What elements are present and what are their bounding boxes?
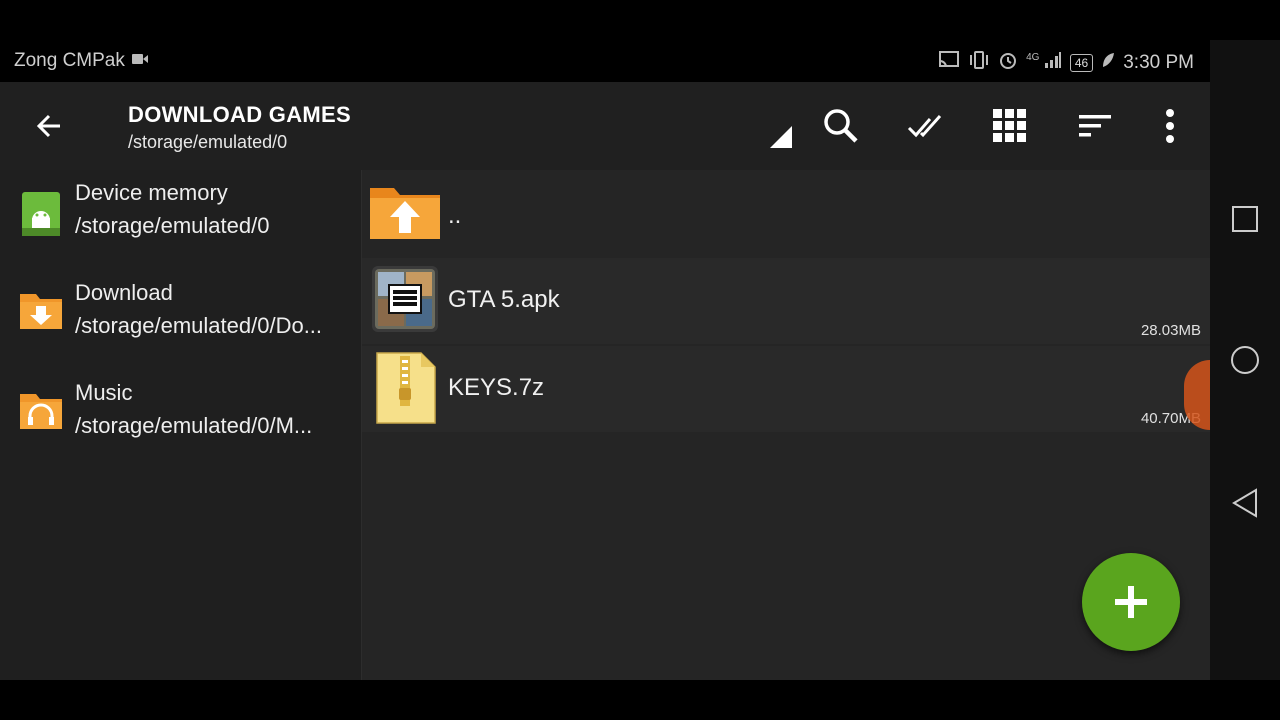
battery-icon: 46 (1069, 53, 1094, 72)
home-circle-icon[interactable] (1230, 345, 1260, 375)
sort-icon[interactable] (1073, 104, 1117, 148)
sidebar-item-name: Device memory (75, 180, 228, 205)
file-name: .. (448, 202, 462, 229)
sidebar-item-path: /storage/emulated/0 (75, 213, 270, 238)
status-icons: 4G 46 3:30 PM (938, 50, 1194, 75)
file-name: GTA 5.apk (448, 286, 560, 313)
download-folder-icon (18, 286, 64, 332)
alarm-icon (998, 50, 1018, 75)
sidebar-item-music[interactable]: Music /storage/emulated/0/M... (0, 370, 361, 460)
recents-square-icon[interactable] (1230, 204, 1260, 234)
select-all-icon[interactable] (903, 104, 947, 148)
file-size: 28.03MB (1140, 322, 1201, 339)
android-storage-icon (18, 190, 64, 236)
more-vert-icon[interactable] (1148, 104, 1192, 148)
vibrate-icon (968, 51, 990, 74)
network-type: 4G (1026, 52, 1040, 63)
file-row-keys[interactable]: KEYS.7z 40.70MB (362, 346, 1210, 432)
current-path: /storage/emulated/0 (128, 132, 288, 152)
storage-sidebar: Device memory /storage/emulated/0 Downlo… (0, 170, 362, 680)
music-folder-icon (18, 386, 64, 432)
dropdown-indicator[interactable] (770, 126, 792, 148)
search-icon[interactable] (818, 104, 862, 148)
file-row-parent[interactable]: .. (362, 178, 1210, 258)
sidebar-item-device-memory[interactable]: Device memory /storage/emulated/0 (0, 170, 361, 260)
carrier-name: Zong CMPak (14, 50, 125, 71)
back-arrow-icon[interactable] (30, 106, 70, 146)
video-camera-icon (131, 50, 149, 72)
sidebar-item-name: Music (75, 380, 133, 405)
cast-icon (938, 51, 960, 74)
carrier-info: Zong CMPak (14, 50, 149, 72)
leaf-icon (1101, 52, 1115, 73)
system-nav-bar (1210, 40, 1280, 680)
signal-icon: 4G (1026, 52, 1062, 73)
sidebar-item-download[interactable]: Download /storage/emulated/0/Do... (0, 270, 361, 360)
grid-view-icon[interactable] (988, 104, 1032, 148)
plus-icon (1115, 586, 1147, 618)
add-fab-button[interactable] (1082, 553, 1180, 651)
page-title: DOWNLOAD GAMES (128, 102, 351, 127)
sidebar-item-name: Download (75, 280, 173, 305)
file-row-gta[interactable]: GTA 5.apk 28.03MB (362, 258, 1210, 344)
back-triangle-icon[interactable] (1230, 488, 1260, 518)
toolbar: DOWNLOAD GAMES /storage/emulated/0 (0, 82, 1210, 170)
status-bar: Zong CMPak 4G 46 3:30 PM (0, 40, 1210, 82)
clock: 3:30 PM (1123, 51, 1194, 73)
apk-thumbnail-icon (372, 266, 438, 337)
sidebar-item-path: /storage/emulated/0/M... (75, 413, 313, 438)
sidebar-item-path: /storage/emulated/0/Do... (75, 313, 323, 338)
parent-folder-icon (368, 184, 442, 245)
battery-level: 46 (1074, 55, 1089, 70)
file-name: KEYS.7z (448, 374, 545, 401)
archive-file-icon (376, 352, 436, 429)
